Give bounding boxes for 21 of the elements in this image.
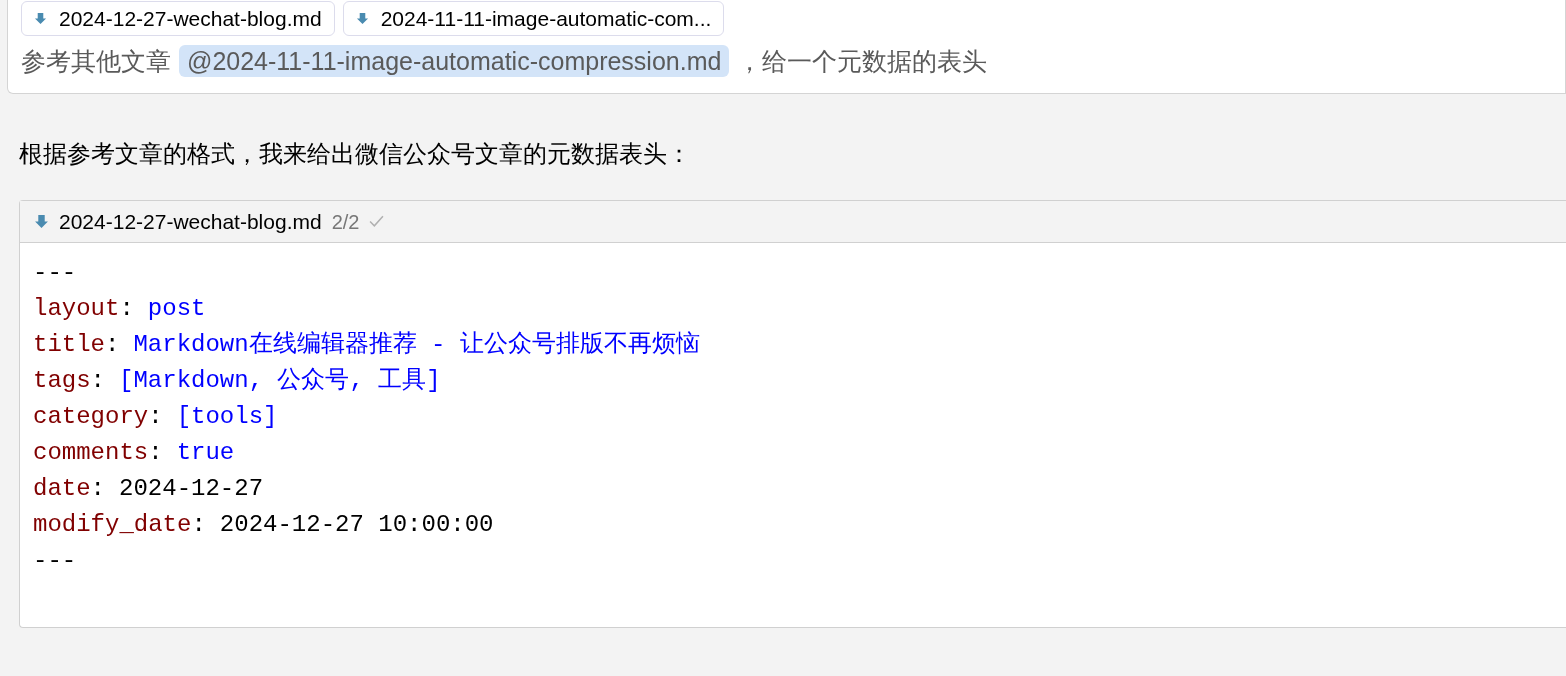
down-arrow-icon [34, 12, 47, 25]
code-line: date: 2024-12-27 [33, 474, 264, 504]
response-text: 根据参考文章的格式，我来给出微信公众号文章的元数据表头： [19, 139, 692, 169]
file-name[interactable]: 2024-12-27-wechat-blog.md [59, 205, 322, 238]
code-line: layout: post [33, 294, 206, 324]
code-line: tags: [Markdown, 公众号, 工具] [33, 366, 441, 396]
code-line: --- [33, 546, 77, 576]
input-box[interactable]: 2024-12-27-wechat-blog.md 2024-11-11-image-automatic-com... 参考其他文章 @2024-11-11-image-automatic-compression.md ，给一个元数据的表头 [7, 0, 1566, 94]
code-line: comments: true [33, 438, 235, 468]
code-line: --- [33, 258, 77, 288]
prompt-text: ，给一个元数据的表头 [737, 46, 988, 77]
code-line: category: [tools] [33, 402, 278, 432]
code-line: modify_date: 2024-12-27 10:00:00 [33, 510, 494, 540]
change-counter: 2/2 [331, 209, 360, 235]
attachment-chip[interactable]: 2024-12-27-wechat-blog.md [21, 1, 335, 36]
code-line: title: Markdown在线编辑器推荐 - 让公众号排版不再烦恼 [33, 330, 700, 360]
down-arrow-icon [355, 12, 369, 25]
down-arrow-icon [34, 214, 49, 229]
attachment-chip[interactable]: 2024-11-11-image-automatic-com... [342, 1, 725, 36]
mention-chip[interactable]: @2024-11-11-image-automatic-compression.md [179, 45, 730, 77]
prompt-text: 参考其他文章 [21, 46, 171, 77]
